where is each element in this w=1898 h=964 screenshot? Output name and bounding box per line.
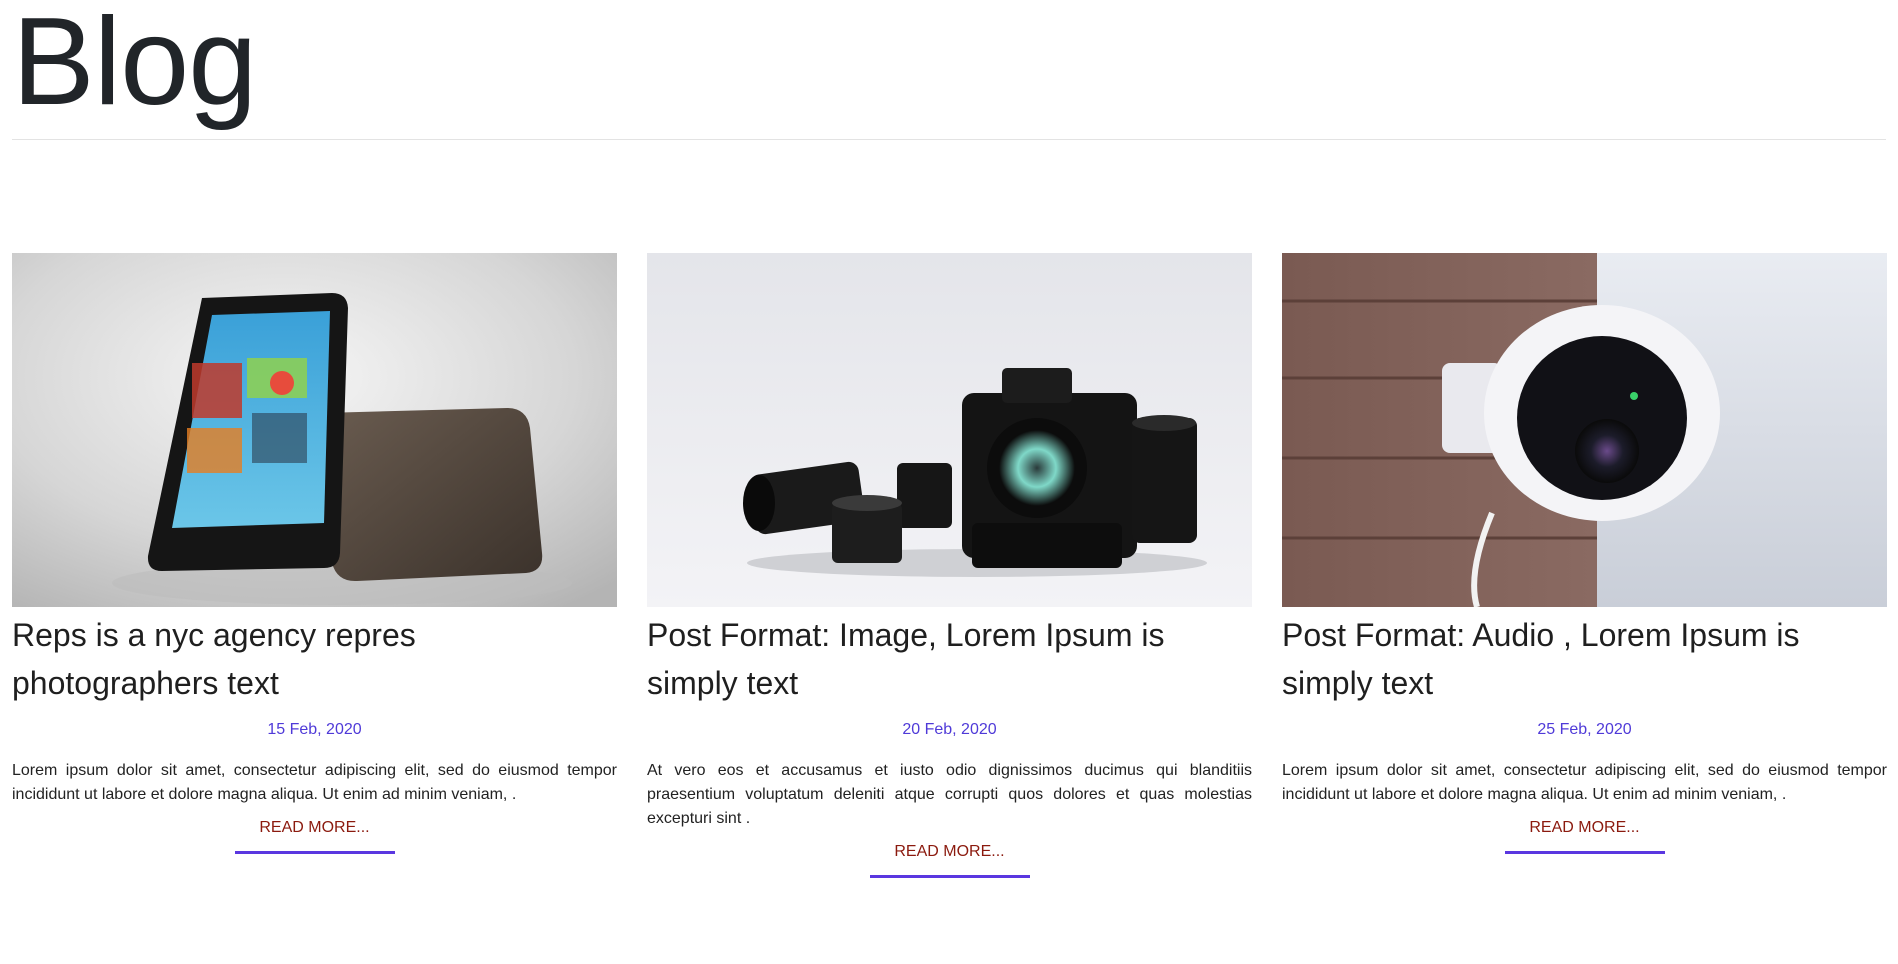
post-title[interactable]: Post Format: Audio , Lorem Ipsum is simp… bbox=[1282, 611, 1887, 717]
post-thumbnail-camera[interactable] bbox=[647, 253, 1252, 607]
page-title: Blog bbox=[12, 0, 257, 131]
post-thumbnail-security-camera[interactable] bbox=[1282, 253, 1887, 607]
post-excerpt: Lorem ipsum dolor sit amet, consectetur … bbox=[1282, 762, 1887, 803]
post-date: 20 Feb, 2020 bbox=[902, 721, 997, 738]
blog-card: Reps is a nyc agency repres photographer… bbox=[12, 253, 617, 854]
post-title[interactable]: Post Format: Image, Lorem Ipsum is simpl… bbox=[647, 611, 1252, 717]
read-more-link[interactable]: READ MORE... bbox=[234, 817, 395, 854]
blog-card: Post Format: Audio , Lorem Ipsum is simp… bbox=[1282, 253, 1887, 854]
title-divider bbox=[12, 139, 1886, 140]
post-excerpt: At vero eos et accusamus et iusto odio d… bbox=[647, 762, 1252, 827]
post-title[interactable]: Reps is a nyc agency repres photographer… bbox=[12, 611, 617, 717]
blog-card: Post Format: Image, Lorem Ipsum is simpl… bbox=[647, 253, 1252, 878]
read-more-link[interactable]: READ MORE... bbox=[869, 841, 1030, 878]
post-thumbnail-tablet[interactable] bbox=[12, 253, 617, 607]
read-more-link[interactable]: READ MORE... bbox=[1504, 817, 1665, 854]
post-excerpt: Lorem ipsum dolor sit amet, consectetur … bbox=[12, 762, 617, 803]
post-date: 15 Feb, 2020 bbox=[267, 721, 362, 738]
post-date: 25 Feb, 2020 bbox=[1537, 721, 1632, 738]
